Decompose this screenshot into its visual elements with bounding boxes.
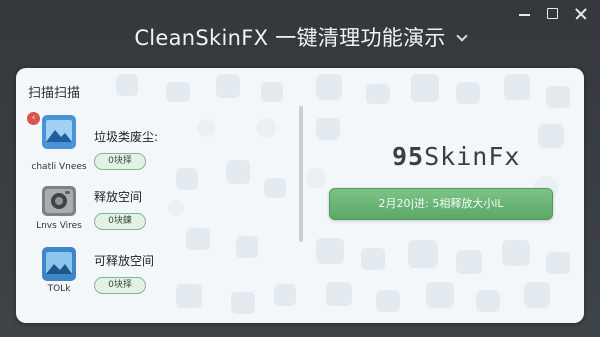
brand-mark: 95 bbox=[392, 142, 425, 171]
title-bar: CleanSkinFX 一键清理功能演示 bbox=[0, 0, 600, 62]
item-caption: chatli Vnees bbox=[31, 162, 87, 172]
camera-icon[interactable] bbox=[41, 183, 77, 219]
main-panel: 扫描扫描 ‹ chatli Vnees 垃圾类废尘: 0块择 Lnvs Vire… bbox=[16, 68, 584, 323]
image-file-icon[interactable] bbox=[41, 114, 77, 150]
status-pill[interactable]: 0块择 bbox=[94, 153, 146, 170]
item-caption: TOLk bbox=[47, 284, 71, 294]
close-icon[interactable] bbox=[570, 4, 592, 24]
app-window: CleanSkinFX 一键清理功能演示 扫描扫描 ‹ chatli Vnees… bbox=[0, 0, 600, 337]
collapse-icon[interactable]: ‹ bbox=[27, 112, 40, 125]
section-title: 扫描扫描 bbox=[28, 86, 81, 101]
status-pill[interactable]: 0块择 bbox=[94, 277, 146, 294]
item-caption: Lnvs Vires bbox=[36, 221, 82, 231]
status-pill[interactable]: 0块鍊 bbox=[94, 213, 146, 230]
window-title[interactable]: CleanSkinFX 一键清理功能演示 bbox=[0, 22, 600, 52]
window-title-text: CleanSkinFX 一键清理功能演示 bbox=[134, 26, 446, 50]
maximize-icon[interactable] bbox=[542, 4, 564, 24]
image-file-icon[interactable] bbox=[41, 246, 77, 282]
item-title: 可释放空间 bbox=[94, 254, 155, 268]
minimize-icon[interactable] bbox=[514, 4, 536, 24]
brand-text: SkinFx bbox=[424, 142, 521, 171]
item-title: 释放空间 bbox=[94, 190, 143, 204]
cleanup-action-button[interactable]: 2月20|进: 5相释放大小lL bbox=[329, 188, 553, 220]
brand-logo: 95SkinFx bbox=[392, 142, 520, 171]
chevron-down-icon[interactable] bbox=[456, 30, 468, 42]
item-title: 垃圾类废尘: bbox=[94, 130, 159, 144]
scrollbar[interactable] bbox=[299, 106, 303, 242]
